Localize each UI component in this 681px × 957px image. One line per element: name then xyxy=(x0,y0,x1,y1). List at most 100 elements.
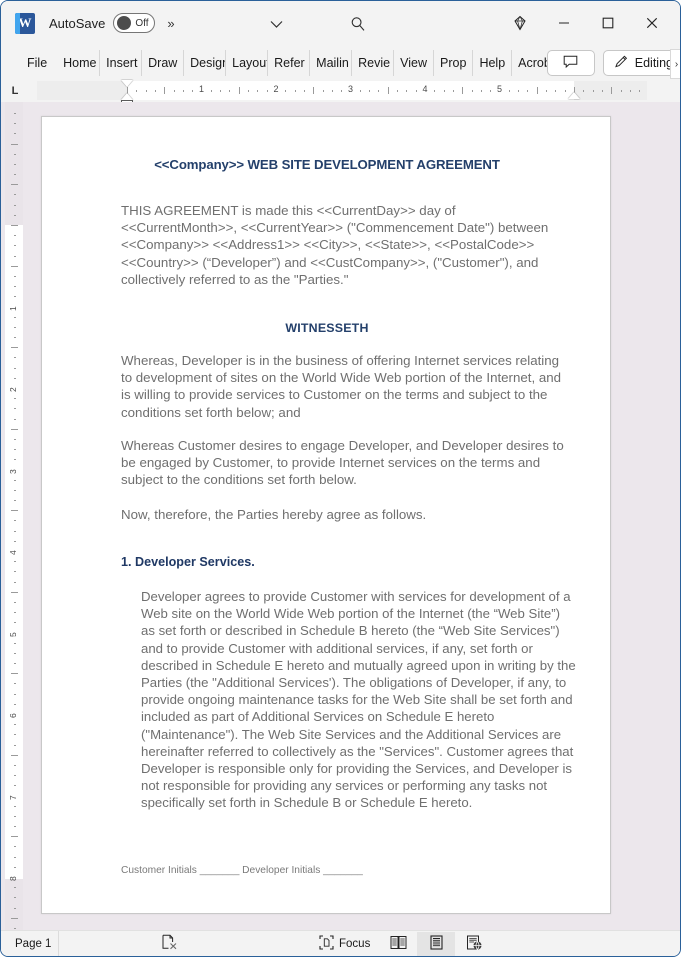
ruler-left-margin xyxy=(37,81,127,100)
read-mode-button[interactable] xyxy=(379,932,417,956)
proofing-status-button[interactable] xyxy=(161,934,178,953)
vruler-tick xyxy=(14,337,16,339)
ruler-number-5: 5 xyxy=(496,84,503,94)
vruler-tick xyxy=(11,754,18,756)
comment-icon xyxy=(563,55,578,72)
ruler-tick xyxy=(527,90,529,92)
ruler-tick xyxy=(471,90,473,92)
vruler-tick xyxy=(14,724,16,726)
tab-proofing[interactable]: Prop xyxy=(433,49,472,76)
tab-home[interactable]: Home xyxy=(57,50,99,76)
vruler-number-8: 8 xyxy=(8,876,18,881)
vruler-tick xyxy=(14,123,16,125)
vruler-number-3: 3 xyxy=(8,468,18,474)
vruler-tick xyxy=(14,581,16,583)
window-controls xyxy=(498,9,674,37)
vertical-ruler[interactable]: 1 2 3 4 5 6 7 8 xyxy=(5,102,23,932)
vruler-tick xyxy=(14,846,16,848)
vruler-tick xyxy=(14,204,16,206)
ruler-tick xyxy=(518,90,520,92)
vruler-tick xyxy=(11,673,18,675)
read-mode-icon xyxy=(390,935,407,953)
ruler-tick xyxy=(620,90,622,92)
title-bar-center xyxy=(263,12,371,36)
vruler-tick xyxy=(14,805,16,807)
more-options-icon[interactable]: » xyxy=(167,16,174,31)
right-indent-marker[interactable] xyxy=(568,92,580,99)
vruler-tick xyxy=(14,826,16,828)
tab-file[interactable]: File xyxy=(19,50,57,76)
tab-design[interactable]: Design xyxy=(183,49,225,76)
tab-insert[interactable]: Insert xyxy=(99,49,141,76)
vruler-tick xyxy=(14,398,16,400)
vruler-tick xyxy=(14,174,16,176)
view-mode-buttons xyxy=(379,931,493,956)
vruler-tick xyxy=(14,418,16,420)
section-1-heading: 1. Developer Services. xyxy=(121,555,255,569)
tab-mailings[interactable]: Mailin xyxy=(309,49,351,76)
vruler-tick xyxy=(14,367,16,369)
tab-review[interactable]: Revie xyxy=(351,49,393,76)
page-number-status[interactable]: Page 1 xyxy=(15,938,51,950)
pencil-icon xyxy=(614,54,629,72)
tab-references[interactable]: Refer xyxy=(267,49,309,76)
focus-mode-button[interactable]: Focus xyxy=(319,934,371,953)
vruler-tick xyxy=(14,245,16,247)
vruler-tick xyxy=(11,143,18,145)
tab-stop-selector[interactable]: L xyxy=(5,83,25,99)
vruler-tick xyxy=(14,612,16,614)
editing-mode-button[interactable]: Editing xyxy=(602,50,678,76)
vruler-tick xyxy=(14,764,16,766)
ruler-tick xyxy=(639,90,641,92)
vruler-tick xyxy=(14,622,16,624)
minimize-button[interactable] xyxy=(542,9,586,37)
diamond-icon[interactable] xyxy=(498,9,542,37)
tab-layout[interactable]: Layout xyxy=(225,49,267,76)
comments-button[interactable] xyxy=(546,50,595,76)
vruler-tick xyxy=(14,500,16,502)
focus-label: Focus xyxy=(339,937,371,950)
maximize-button[interactable] xyxy=(586,9,630,37)
ruler-tick xyxy=(248,90,250,92)
vruler-tick xyxy=(14,163,16,165)
web-layout-button[interactable] xyxy=(455,932,493,956)
ruler-tick xyxy=(564,90,566,92)
vruler-tick xyxy=(14,897,16,899)
autosave-toggle[interactable]: Off xyxy=(113,13,156,33)
ruler-tick xyxy=(322,90,324,92)
vruler-tick xyxy=(14,642,16,644)
vruler-tick xyxy=(14,112,16,114)
ruler-tick xyxy=(378,90,380,92)
horizontal-ruler[interactable]: 1 2 3 4 5 xyxy=(37,80,647,105)
vruler-tick xyxy=(11,225,18,226)
first-line-indent-marker[interactable] xyxy=(121,80,133,87)
print-layout-button[interactable] xyxy=(417,931,455,956)
vruler-tick xyxy=(14,887,16,889)
vruler-tick xyxy=(14,530,16,532)
hanging-indent-marker[interactable] xyxy=(121,93,133,100)
chevron-down-icon[interactable] xyxy=(263,12,289,36)
ruler-tick xyxy=(583,90,585,92)
tab-help[interactable]: Help xyxy=(472,49,511,76)
vruler-tick xyxy=(11,347,18,349)
vruler-tick xyxy=(14,520,16,522)
search-icon[interactable] xyxy=(345,12,371,36)
vruler-tick xyxy=(14,856,16,858)
vruler-tick xyxy=(14,459,16,461)
ruler-tick xyxy=(154,90,156,92)
ribbon-expand-arrow[interactable]: › xyxy=(670,49,680,79)
tab-view[interactable]: View xyxy=(393,49,433,76)
ruler-tick xyxy=(369,90,371,92)
ruler-number-3: 3 xyxy=(347,84,354,94)
ruler-tick xyxy=(611,87,613,94)
ruler-tick xyxy=(480,90,482,92)
autosave-state: Off xyxy=(135,17,149,29)
close-button[interactable] xyxy=(630,9,674,37)
tab-draw[interactable]: Draw xyxy=(141,49,183,76)
ruler-number-2: 2 xyxy=(273,84,279,94)
ruler-tick xyxy=(555,90,557,92)
vruler-tick xyxy=(14,571,16,573)
document-page[interactable]: <<Company>> WEB SITE DEVELOPMENT AGREEME… xyxy=(41,116,611,914)
ruler-tick xyxy=(229,90,231,92)
vruler-number-1: 1 xyxy=(8,305,18,311)
